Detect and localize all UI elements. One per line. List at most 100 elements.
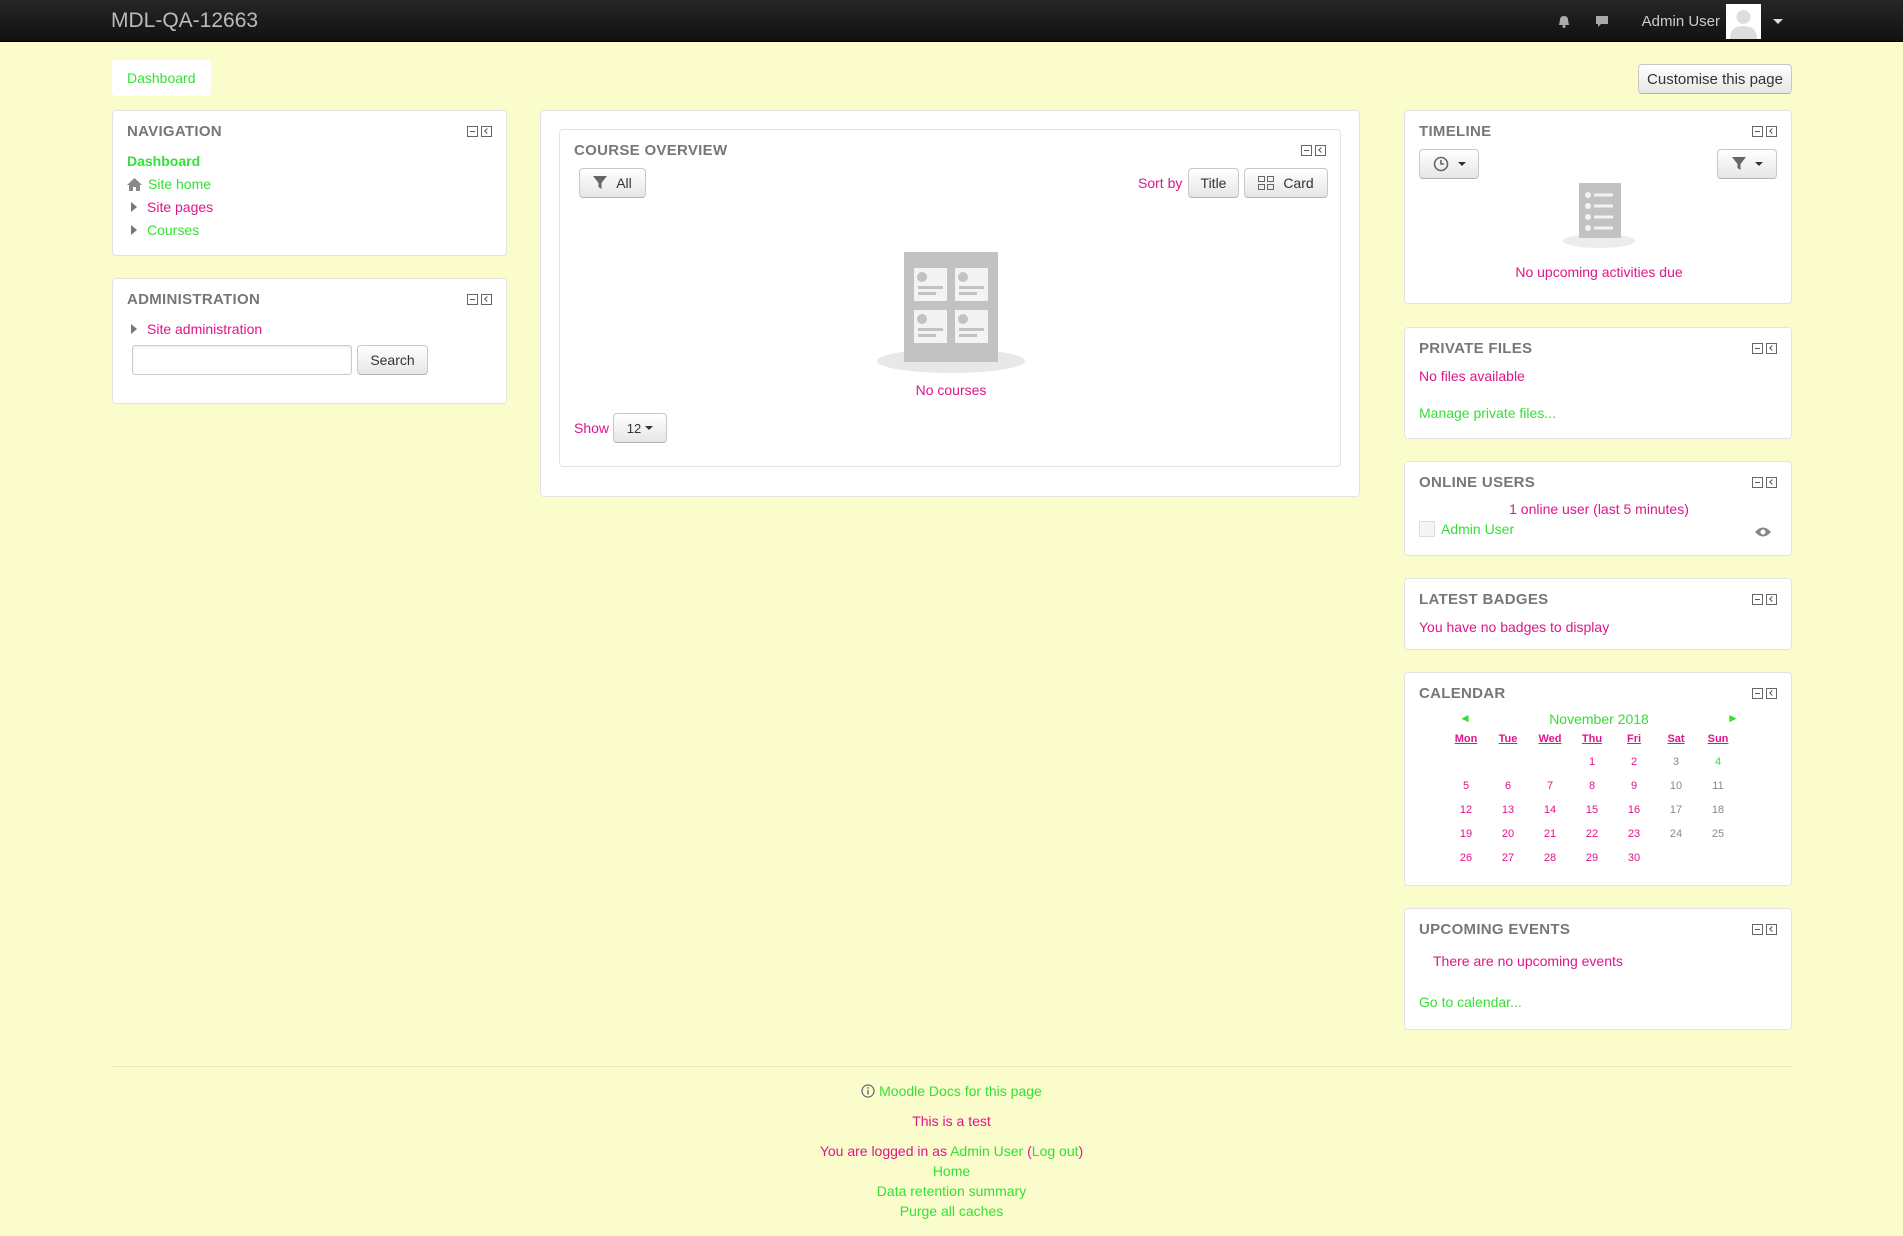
minimize-icon[interactable] xyxy=(1301,145,1312,156)
no-activities-text: No upcoming activities due xyxy=(1515,264,1683,280)
online-users-title: ONLINE USERS xyxy=(1419,474,1536,491)
logged-in-user-link[interactable]: Admin User xyxy=(950,1143,1023,1159)
dock-icon[interactable] xyxy=(1766,343,1777,354)
admin-search-input[interactable] xyxy=(132,345,352,375)
calendar-day[interactable]: 29 xyxy=(1571,846,1613,870)
calendar-day[interactable]: 16 xyxy=(1613,798,1655,822)
no-events-text: There are no upcoming events xyxy=(1433,953,1623,969)
course-overview-title: COURSE OVERVIEW xyxy=(574,142,728,159)
admin-search-button[interactable]: Search xyxy=(357,345,428,375)
calendar-week-row: 19 20 21 22 23 24 25 xyxy=(1445,822,1739,846)
calendar-day[interactable]: 4 xyxy=(1697,750,1739,774)
view-card-button[interactable]: Card xyxy=(1244,168,1328,198)
user-menu-caret-icon[interactable] xyxy=(1773,18,1783,24)
dock-icon[interactable] xyxy=(481,126,492,137)
dock-icon[interactable] xyxy=(1766,477,1777,488)
timeline-sort-dropdown[interactable] xyxy=(1419,149,1479,179)
footer-divider xyxy=(112,1066,1792,1067)
calendar-day[interactable]: 10 xyxy=(1655,774,1697,798)
calendar-day[interactable]: 18 xyxy=(1697,798,1739,822)
minimize-icon[interactable] xyxy=(1752,594,1763,605)
minimize-icon[interactable] xyxy=(467,294,478,305)
expand-arrow-icon xyxy=(131,225,137,235)
moodle-docs-link[interactable]: Moodle Docs for this page xyxy=(879,1083,1042,1099)
calendar-day[interactable]: 1 xyxy=(1571,750,1613,774)
calendar-day[interactable]: 5 xyxy=(1445,774,1487,798)
minimize-icon[interactable] xyxy=(1752,688,1763,699)
navigation-block: NAVIGATION Dashboard Site home Site page… xyxy=(112,110,507,256)
calendar-day[interactable]: 9 xyxy=(1613,774,1655,798)
online-user-item[interactable]: Admin User xyxy=(1419,521,1514,537)
calendar-day[interactable]: 27 xyxy=(1487,846,1529,870)
calendar-day[interactable]: 8 xyxy=(1571,774,1613,798)
calendar-title: CALENDAR xyxy=(1419,685,1506,702)
calendar-day-header: Fri xyxy=(1626,733,1642,745)
navbar-user-name[interactable]: Admin User xyxy=(1642,13,1720,30)
calendar-day[interactable]: 26 xyxy=(1445,846,1487,870)
calendar-block: CALENDAR ◄ November 2018 ► Mon Tue Wed Thu F… xyxy=(1404,672,1792,886)
calendar-day[interactable]: 24 xyxy=(1655,822,1697,846)
calendar-day[interactable]: 28 xyxy=(1529,846,1571,870)
data-retention-link[interactable]: Data retention summary xyxy=(0,1183,1903,1199)
calendar-day[interactable]: 11 xyxy=(1697,774,1739,798)
calendar-day[interactable]: 22 xyxy=(1571,822,1613,846)
calendar-day[interactable]: 25 xyxy=(1697,822,1739,846)
nav-item-courses[interactable]: Courses xyxy=(131,222,199,238)
calendar-empty-cell xyxy=(1487,750,1529,774)
calendar-empty-cell xyxy=(1655,846,1697,870)
course-filter-button[interactable]: All xyxy=(579,168,646,198)
calendar-day[interactable]: 17 xyxy=(1655,798,1697,822)
calendar-day[interactable]: 3 xyxy=(1655,750,1697,774)
timeline-filter-dropdown[interactable] xyxy=(1717,149,1777,179)
admin-item-site-administration[interactable]: Site administration xyxy=(131,321,262,337)
calendar-day[interactable]: 14 xyxy=(1529,798,1571,822)
calendar-day[interactable]: 19 xyxy=(1445,822,1487,846)
home-icon xyxy=(127,177,142,191)
timeline-block: TIMELINE No upcoming activities due xyxy=(1404,110,1792,304)
calendar-day[interactable]: 12 xyxy=(1445,798,1487,822)
calendar-day[interactable]: 6 xyxy=(1487,774,1529,798)
user-avatar[interactable] xyxy=(1726,3,1761,39)
nav-item-site-home[interactable]: Site home xyxy=(127,176,211,192)
calendar-day[interactable]: 30 xyxy=(1613,846,1655,870)
nav-item-site-pages[interactable]: Site pages xyxy=(131,199,213,215)
logout-link[interactable]: Log out xyxy=(1032,1143,1079,1159)
logout-paren-close: ) xyxy=(1078,1143,1084,1159)
calendar-grid: Mon Tue Wed Thu Fri Sat Sun 1 2 3 4 5 6 7 8 9 10 11 12 13 1… xyxy=(1445,728,1739,870)
next-month-icon[interactable]: ► xyxy=(1727,711,1739,725)
dock-icon[interactable] xyxy=(1766,688,1777,699)
minimize-icon[interactable] xyxy=(1752,924,1763,935)
minimize-icon[interactable] xyxy=(1752,477,1763,488)
notifications-bell-icon[interactable] xyxy=(1554,11,1574,31)
sort-title-button[interactable]: Title xyxy=(1188,168,1239,198)
calendar-day[interactable]: 15 xyxy=(1571,798,1613,822)
minimize-icon[interactable] xyxy=(1752,126,1763,137)
calendar-day[interactable]: 21 xyxy=(1529,822,1571,846)
breadcrumb-dashboard[interactable]: Dashboard xyxy=(127,70,196,86)
calendar-day[interactable]: 7 xyxy=(1529,774,1571,798)
calendar-day[interactable]: 23 xyxy=(1613,822,1655,846)
minimize-icon[interactable] xyxy=(467,126,478,137)
go-to-calendar-link[interactable]: Go to calendar... xyxy=(1419,994,1522,1010)
calendar-day[interactable]: 20 xyxy=(1487,822,1529,846)
no-activities-illustration xyxy=(1563,183,1635,248)
block-controls xyxy=(467,294,492,305)
dock-icon[interactable] xyxy=(1766,126,1777,137)
purge-caches-link[interactable]: Purge all caches xyxy=(0,1203,1903,1219)
dock-icon[interactable] xyxy=(481,294,492,305)
dock-icon[interactable] xyxy=(1766,594,1777,605)
clock-icon xyxy=(1433,156,1448,172)
calendar-day[interactable]: 13 xyxy=(1487,798,1529,822)
site-brand[interactable]: MDL-QA-12663 xyxy=(111,9,258,33)
dock-icon[interactable] xyxy=(1766,924,1777,935)
messages-icon[interactable] xyxy=(1592,11,1612,31)
footer-home-link[interactable]: Home xyxy=(0,1163,1903,1179)
minimize-icon[interactable] xyxy=(1752,343,1763,354)
paging-select-button[interactable]: 12 xyxy=(613,413,667,443)
calendar-day[interactable]: 2 xyxy=(1613,750,1655,774)
nav-item-dashboard[interactable]: Dashboard xyxy=(127,153,200,169)
manage-private-files-link[interactable]: Manage private files... xyxy=(1419,405,1556,421)
dock-icon[interactable] xyxy=(1315,145,1326,156)
customise-page-button[interactable]: Customise this page xyxy=(1638,64,1792,94)
eye-icon[interactable] xyxy=(1755,526,1771,538)
